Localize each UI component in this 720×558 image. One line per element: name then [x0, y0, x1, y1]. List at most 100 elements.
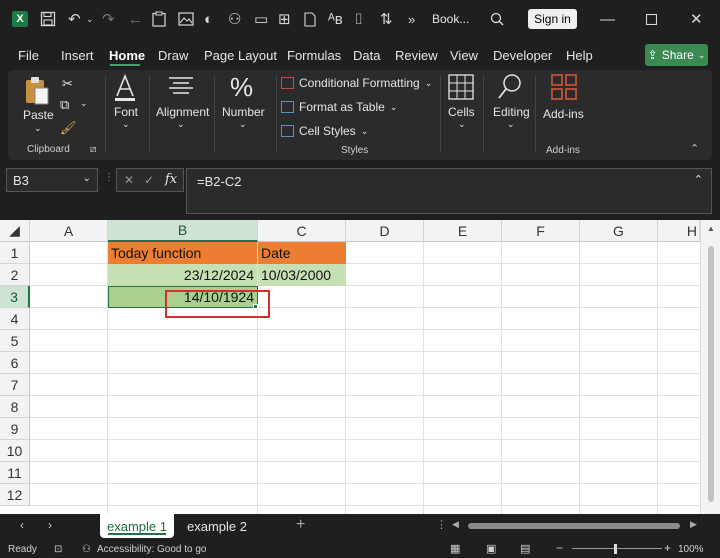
zoom-slider-thumb[interactable] [614, 544, 617, 554]
screen-icon[interactable]: ▭ [254, 8, 268, 30]
row-header-1[interactable]: 1 [0, 242, 30, 264]
page-break-view-icon[interactable]: ▤ [520, 542, 530, 555]
undo-dropdown-icon[interactable]: ⌄ [86, 8, 94, 30]
scroll-up-icon[interactable]: ▲ [707, 224, 715, 233]
redo-icon[interactable]: ↷ [102, 8, 115, 30]
save-icon[interactable] [40, 8, 56, 30]
tab-file[interactable]: File [18, 48, 39, 63]
column-header-a[interactable]: A [30, 220, 108, 242]
insert-function-icon[interactable]: fx [165, 172, 177, 187]
select-all-corner[interactable]: ◢ [0, 220, 30, 242]
zoom-in-icon[interactable]: + [664, 541, 671, 555]
document-title[interactable]: Book... [432, 12, 469, 26]
vertical-scrollbar[interactable]: ▲ [700, 220, 720, 514]
add-ins-icon[interactable] [551, 74, 577, 100]
row-header-8[interactable]: 8 [0, 396, 30, 418]
paste-button[interactable]: Paste [23, 108, 54, 122]
back-icon[interactable]: ← [128, 8, 143, 30]
accessibility-icon[interactable]: ⚇ [228, 8, 241, 30]
tab-data[interactable]: Data [353, 48, 380, 63]
scroll-right-icon[interactable]: ▶ [690, 519, 697, 530]
number-chevron-down-icon[interactable]: ⌄ [239, 119, 247, 130]
cell-styles-button[interactable]: Cell Styles ⌄ [281, 124, 368, 138]
tab-insert[interactable]: Insert [61, 48, 94, 63]
zoom-out-icon[interactable]: − [556, 541, 563, 555]
column-header-e[interactable]: E [424, 220, 502, 242]
overflow-icon[interactable]: » [408, 8, 415, 30]
row-header-5[interactable]: 5 [0, 330, 30, 352]
macro-record-icon[interactable]: ⊡ [54, 544, 62, 555]
font-button[interactable]: Font [114, 105, 138, 119]
tab-page-layout[interactable]: Page Layout [204, 48, 277, 63]
number-button[interactable]: Number [222, 105, 265, 119]
name-box[interactable]: B3 ⌄ [6, 168, 98, 192]
image-icon[interactable] [178, 8, 194, 30]
column-header-h[interactable]: H [658, 220, 700, 242]
column-header-g[interactable]: G [580, 220, 658, 242]
new-file-icon[interactable] [304, 8, 316, 30]
shapes-icon[interactable]: ◐ [204, 8, 213, 30]
vertical-scroll-thumb[interactable] [708, 246, 714, 502]
tab-formulas[interactable]: Formulas [287, 48, 341, 63]
column-header-f[interactable]: F [502, 220, 580, 242]
page-layout-view-icon[interactable]: ▣ [486, 542, 496, 555]
copy-icon[interactable]: ⧉ [60, 97, 69, 113]
normal-view-icon[interactable]: ▦ [450, 542, 460, 555]
share-button[interactable]: ⇪ Share ⌄ [645, 44, 708, 66]
minimize-icon[interactable]: — [600, 8, 615, 30]
chevron-down-icon[interactable]: ⌄ [83, 173, 91, 184]
row-header-10[interactable]: 10 [0, 440, 30, 462]
alignment-chevron-down-icon[interactable]: ⌄ [177, 119, 185, 130]
cell-c2[interactable]: 10/03/2000 [258, 264, 346, 286]
row-header-11[interactable]: 11 [0, 462, 30, 484]
sort-icon[interactable]: ⇅ [380, 8, 393, 30]
collapse-ribbon-icon[interactable]: ⌃ [690, 142, 699, 155]
cell-b1[interactable]: Today function [108, 242, 257, 264]
horizontal-scroll-thumb[interactable] [468, 523, 680, 529]
expand-formula-icon[interactable]: ⌃ [694, 173, 703, 186]
alignment-icon[interactable] [168, 76, 194, 96]
more-options-icon[interactable]: ⋮ [104, 172, 114, 183]
tab-developer[interactable]: Developer [493, 48, 552, 63]
camera-icon[interactable]: ⌷ [354, 8, 363, 30]
add-ins-button[interactable]: Add-ins [543, 107, 584, 121]
cells-chevron-down-icon[interactable]: ⌄ [458, 119, 466, 130]
row-header-4[interactable]: 4 [0, 308, 30, 330]
tab-view[interactable]: View [450, 48, 478, 63]
format-painter-icon[interactable]: 🖌 [60, 120, 77, 136]
cells-button[interactable]: Cells [448, 105, 475, 119]
row-header-2[interactable]: 2 [0, 264, 30, 286]
table-icon[interactable]: ⊞ [278, 8, 291, 30]
editing-button[interactable]: Editing [493, 105, 530, 119]
tab-draw[interactable]: Draw [158, 48, 188, 63]
font-icon[interactable] [114, 73, 136, 102]
cells-icon[interactable] [448, 74, 474, 100]
undo-icon[interactable]: ↶ [68, 8, 81, 30]
conditional-formatting-button[interactable]: Conditional Formatting ⌄ [281, 76, 432, 90]
copy-chevron-down-icon[interactable]: ⌄ [80, 98, 88, 109]
horizontal-scrollbar[interactable] [462, 521, 688, 531]
row-header-9[interactable]: 9 [0, 418, 30, 440]
row-header-7[interactable]: 7 [0, 374, 30, 396]
sheet-tab-example-1[interactable]: example 1 [100, 514, 174, 538]
sign-in-button[interactable]: Sign in [528, 9, 577, 29]
zoom-slider[interactable] [572, 548, 662, 549]
cell-b2[interactable]: 23/12/2024 [108, 264, 257, 286]
close-icon[interactable]: ✕ [690, 8, 703, 30]
column-header-c[interactable]: C [258, 220, 346, 242]
search-icon[interactable] [490, 8, 504, 30]
add-sheet-icon[interactable]: + [296, 516, 305, 534]
sheet-tab-example-2[interactable]: example 2 [180, 514, 254, 538]
column-header-b[interactable]: B [108, 220, 258, 242]
accessibility-status[interactable]: Accessibility: Good to go [97, 544, 207, 555]
column-header-d[interactable]: D [346, 220, 424, 242]
row-header-12[interactable]: 12 [0, 484, 30, 506]
editing-chevron-down-icon[interactable]: ⌄ [507, 119, 515, 130]
cut-icon[interactable]: ✂ [62, 76, 73, 92]
percent-icon[interactable]: % [230, 72, 253, 103]
next-sheet-icon[interactable]: › [48, 518, 52, 532]
editing-search-icon[interactable] [497, 73, 523, 101]
cancel-icon[interactable]: ✕ [124, 173, 134, 187]
row-header-6[interactable]: 6 [0, 352, 30, 374]
maximize-icon[interactable] [646, 8, 657, 30]
